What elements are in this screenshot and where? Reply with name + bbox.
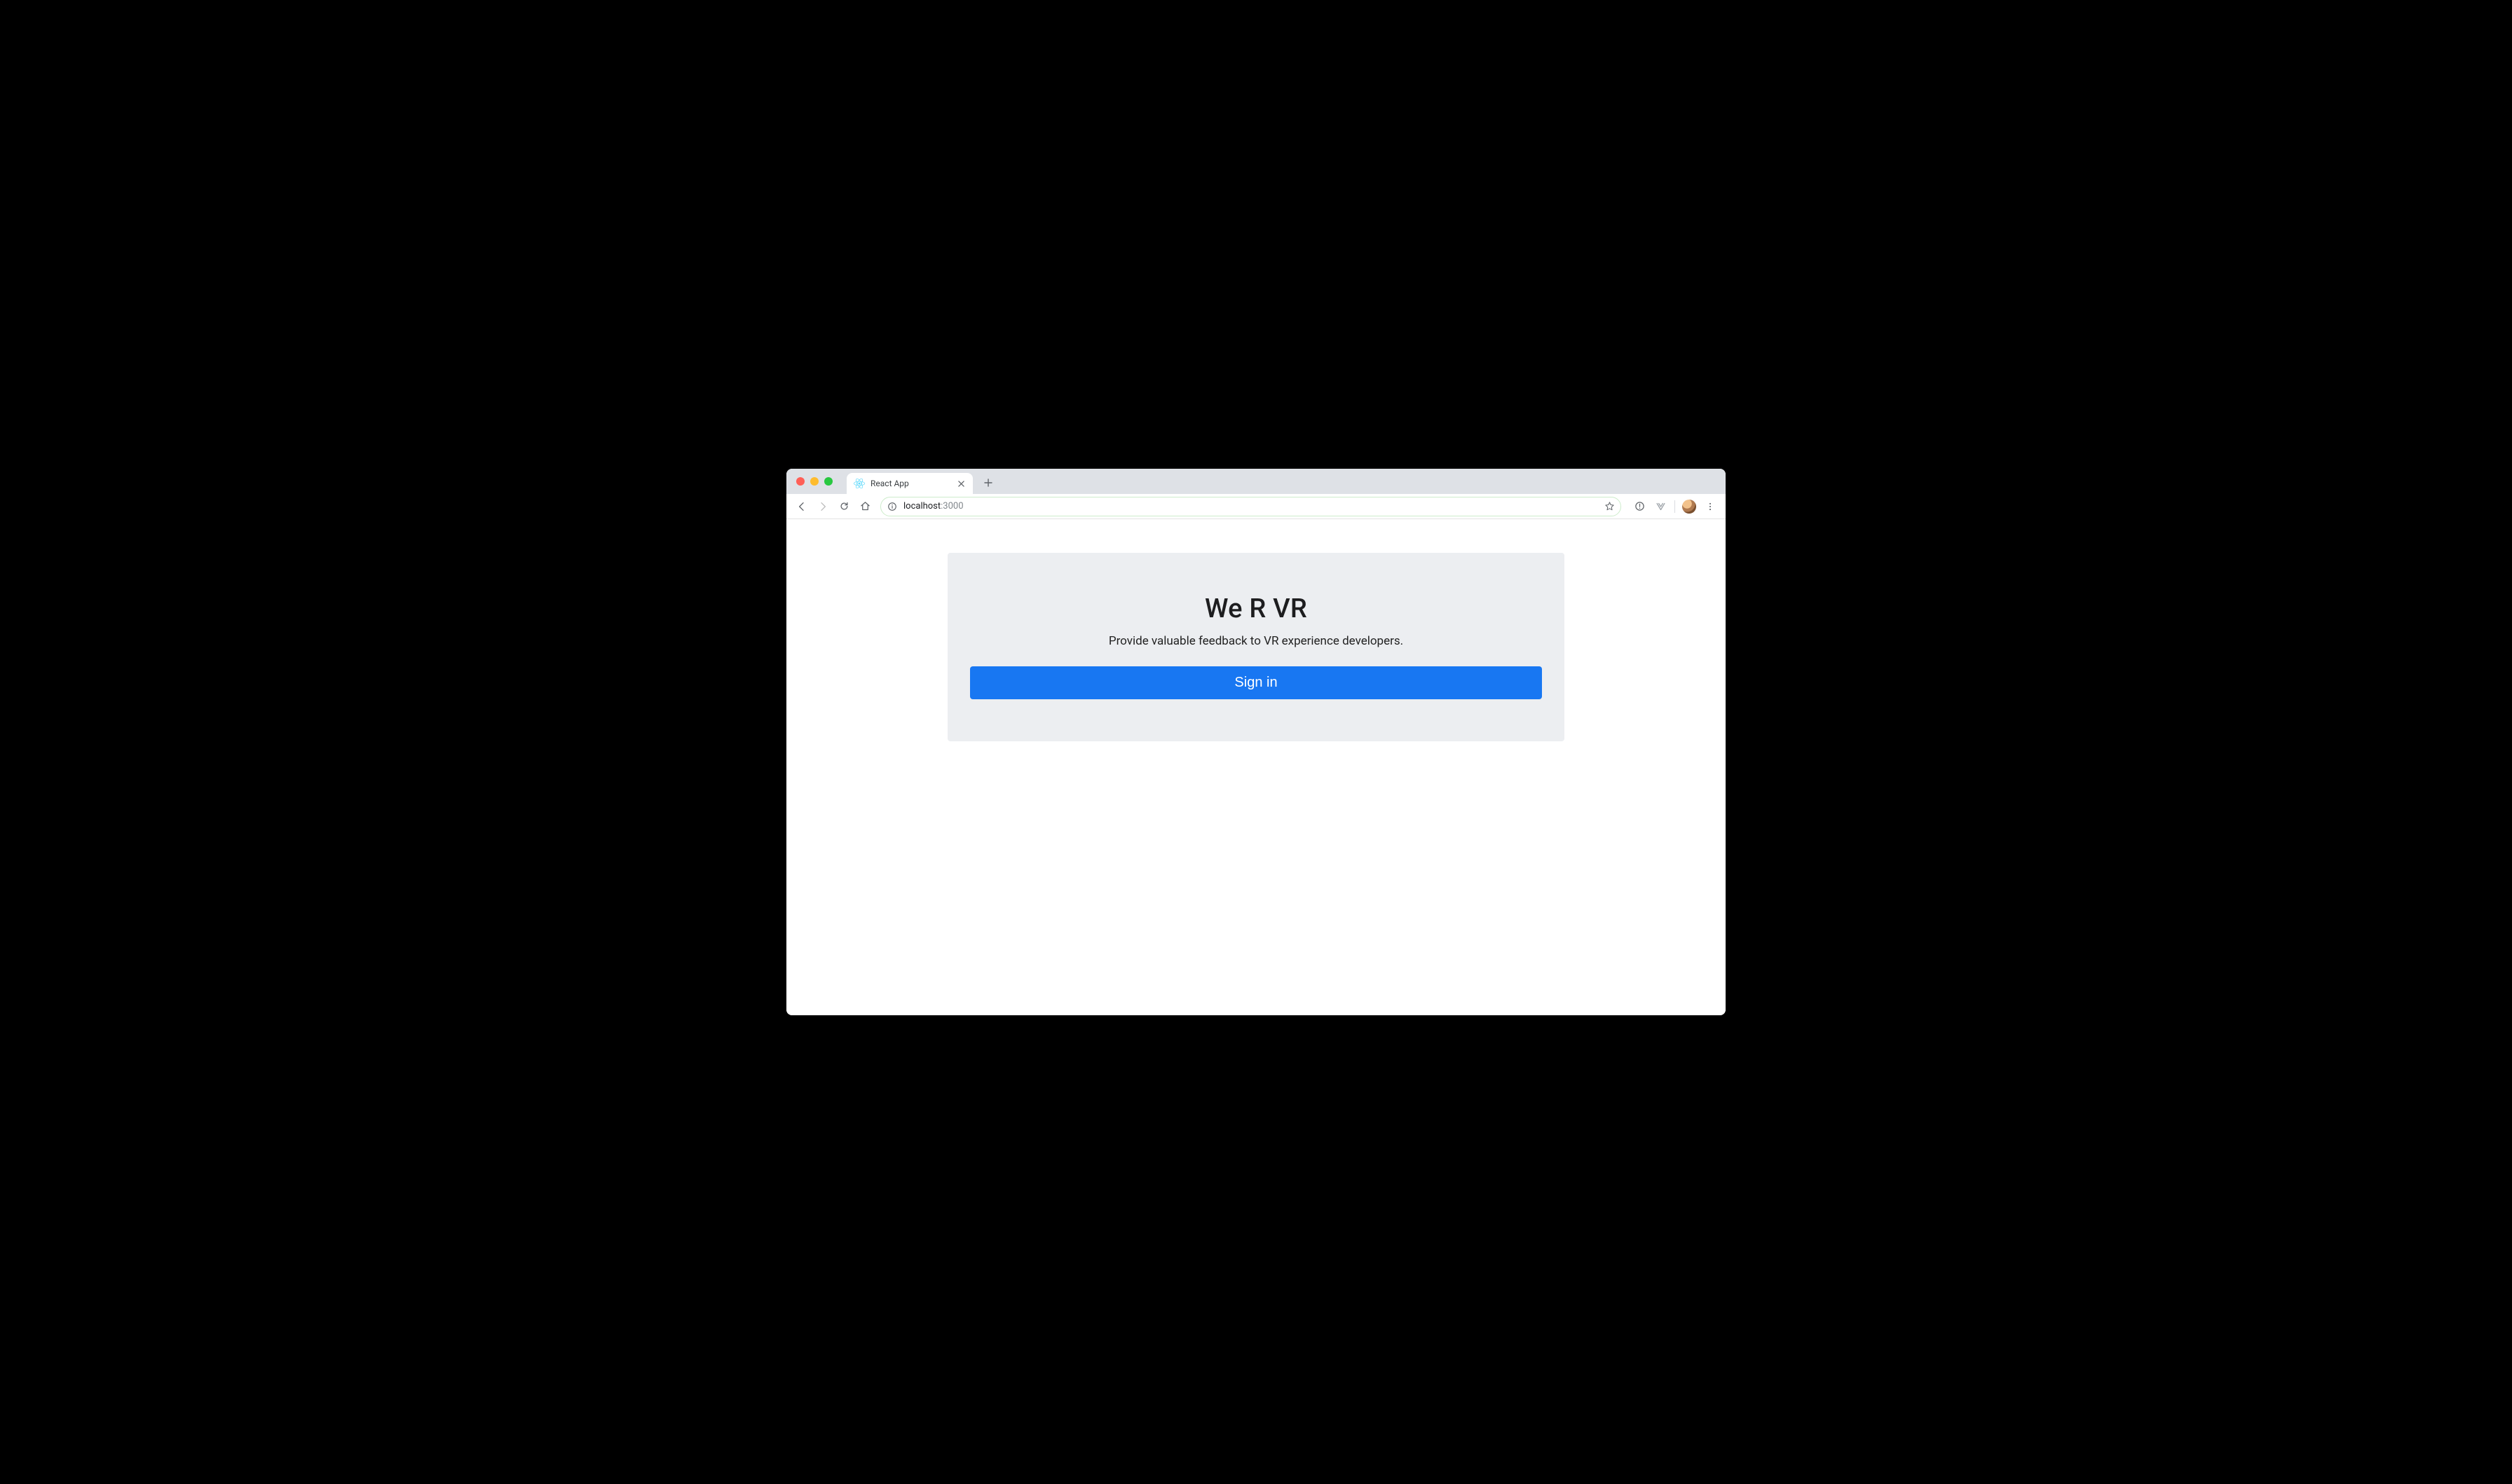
browser-toolbar: localhost:3000 — [786, 494, 1726, 519]
forward-button[interactable] — [813, 497, 833, 516]
reload-button[interactable] — [834, 497, 854, 516]
tab-close-button[interactable] — [956, 479, 966, 488]
window-zoom-button[interactable] — [824, 477, 833, 486]
bookmark-star-icon[interactable] — [1604, 501, 1615, 512]
window-minimize-button[interactable] — [810, 477, 819, 486]
window-close-button[interactable] — [796, 477, 805, 486]
extension-info-icon[interactable] — [1630, 497, 1649, 516]
profile-avatar[interactable] — [1679, 497, 1699, 516]
page-heading: We R VR — [970, 593, 1542, 624]
home-button[interactable] — [855, 497, 875, 516]
tab-title: React App — [871, 479, 950, 488]
url-port: :3000 — [941, 501, 963, 511]
browser-menu-button[interactable] — [1700, 497, 1720, 516]
sign-in-button[interactable]: Sign in — [970, 666, 1542, 699]
toolbar-right — [1630, 497, 1720, 516]
page-subheading: Provide valuable feedback to VR experien… — [970, 634, 1542, 648]
browser-window: React App localhost:3000 — [786, 469, 1726, 1015]
address-bar[interactable]: localhost:3000 — [880, 497, 1621, 516]
url-text: localhost:3000 — [903, 501, 1598, 511]
new-tab-button[interactable] — [978, 473, 998, 493]
tab-strip: React App — [786, 469, 1726, 494]
toolbar-divider — [1674, 500, 1675, 513]
react-favicon-icon — [854, 478, 865, 489]
back-button[interactable] — [792, 497, 812, 516]
hero-panel: We R VR Provide valuable feedback to VR … — [948, 553, 1564, 741]
window-controls — [792, 469, 837, 494]
page-content: We R VR Provide valuable feedback to VR … — [786, 519, 1726, 1015]
extension-vue-icon[interactable] — [1651, 497, 1670, 516]
browser-tab[interactable]: React App — [847, 473, 973, 494]
avatar-icon — [1682, 500, 1696, 514]
url-host: localhost — [903, 501, 941, 511]
site-info-icon[interactable] — [887, 501, 898, 512]
